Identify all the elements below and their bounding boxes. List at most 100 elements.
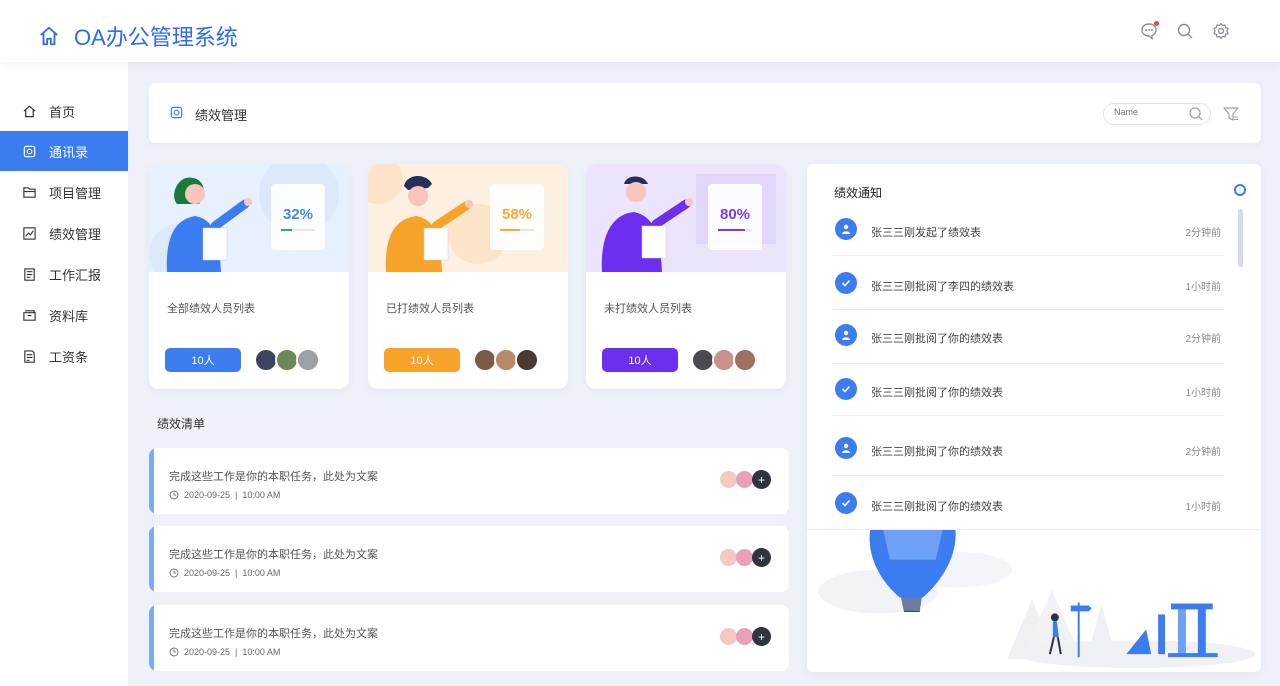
task-item[interactable]: 完成这些工作是你的本职任务，此处为文案 2020-09-25 | 10:00 AM … <box>149 605 789 671</box>
avatar-group[interactable] <box>254 348 320 372</box>
task-assignees[interactable]: + <box>720 548 771 567</box>
avatar <box>296 348 320 372</box>
add-assignee-button[interactable]: + <box>752 548 771 567</box>
task-date: 2020-09-25 | 10:00 AM <box>169 490 280 500</box>
home-icon <box>40 26 58 46</box>
sidebar-item-reports[interactable]: 工作汇报 <box>0 254 128 294</box>
notice-time: 2分钟前 <box>1185 447 1221 458</box>
search-box[interactable] <box>1103 103 1211 125</box>
avatar <box>515 348 539 372</box>
notice-text: 张三三刚批阅了李四的绩效表 <box>871 281 1014 293</box>
notice-panel: 绩效通知 张三三刚发起了绩效表 2分钟前 张三三刚批阅了李四的绩效表 1小时前 … <box>807 164 1261 672</box>
app-logo[interactable]: OA办公管理系统 <box>38 20 238 52</box>
sidebar-item-label: 资料库 <box>49 308 89 324</box>
notice-text: 张三三刚批阅了你的绩效表 <box>871 446 1003 458</box>
task-assignees[interactable]: + <box>720 470 771 489</box>
task-date-value: 2020-09-25 <box>184 568 231 578</box>
sidebar-item-payslip[interactable]: 工资条 <box>0 336 128 376</box>
filter-icon[interactable] <box>1222 105 1240 123</box>
count-button[interactable]: 10人 <box>384 348 460 372</box>
main-content: 绩效管理 32% 全部绩效人员列表 10人 <box>128 62 1280 686</box>
search-icon[interactable] <box>1188 106 1204 122</box>
add-assignee-button[interactable]: + <box>752 627 771 646</box>
search-input[interactable] <box>1114 107 1184 117</box>
percent-value: 80% <box>719 206 751 223</box>
settings-icon[interactable] <box>1212 22 1230 40</box>
page-title: 绩效管理 <box>195 108 248 123</box>
archive-icon <box>23 309 36 321</box>
notice-item[interactable]: 张三三刚批阅了你的绩效表 2分钟前 <box>832 416 1224 476</box>
card-title: 已打绩效人员列表 <box>386 303 474 315</box>
progress-fill <box>718 229 746 231</box>
card-title: 未打绩效人员列表 <box>604 303 692 315</box>
stat-card-unrated[interactable]: 80% 未打绩效人员列表 10人 <box>586 164 786 389</box>
message-icon[interactable] <box>1140 21 1159 40</box>
avatar-group[interactable] <box>691 348 757 372</box>
task-date-value: 2020-09-25 <box>184 647 231 657</box>
user-icon <box>835 218 857 240</box>
task-time-value: 10:00 AM <box>242 568 281 578</box>
separator: | <box>235 647 238 657</box>
sidebar-item-projects[interactable]: 项目管理 <box>0 172 128 212</box>
sidebar-item-archive[interactable]: 资料库 <box>0 295 128 335</box>
sidebar-item-contacts[interactable]: 通讯录 <box>0 131 128 171</box>
project-icon <box>23 186 36 198</box>
hot-air-balloon-illustration <box>807 529 1261 672</box>
percent-box: 80% <box>708 184 762 250</box>
sidebar-item-label: 通讯录 <box>49 144 89 160</box>
top-header: OA办公管理系统 <box>0 0 1280 62</box>
sidebar-item-home[interactable]: 首页 <box>0 91 128 131</box>
notice-item[interactable]: 张三三刚批阅了你的绩效表 1小时前 <box>832 362 1224 416</box>
count-button[interactable]: 10人 <box>165 348 241 372</box>
avatar-group[interactable] <box>473 348 539 372</box>
task-time-value: 10:00 AM <box>242 490 281 500</box>
notice-time: 1小时前 <box>1185 388 1221 399</box>
search-icon[interactable] <box>1176 22 1194 40</box>
notice-item[interactable]: 张三三刚批阅了你的绩效表 1小时前 <box>832 476 1224 530</box>
percent-box: 58% <box>490 184 544 250</box>
sidebar-item-label: 绩效管理 <box>49 226 102 242</box>
status-ring-icon <box>1234 184 1246 196</box>
sidebar-item-label: 工资条 <box>49 349 89 365</box>
clock-icon <box>169 647 179 657</box>
notice-item[interactable]: 张三三刚发起了绩效表 2分钟前 <box>832 202 1224 256</box>
clock-icon <box>169 568 179 578</box>
check-icon <box>835 272 857 294</box>
task-date: 2020-09-25 | 10:00 AM <box>169 568 280 578</box>
notice-time: 1小时前 <box>1185 502 1221 513</box>
avatar <box>733 348 757 372</box>
separator: | <box>235 568 238 578</box>
notice-time: 1小时前 <box>1185 282 1221 293</box>
notice-item[interactable]: 张三三刚批阅了你的绩效表 2分钟前 <box>832 310 1224 364</box>
avatar <box>720 628 737 645</box>
task-assignees[interactable]: + <box>720 627 771 646</box>
add-assignee-button[interactable]: + <box>752 470 771 489</box>
notice-text: 张三三刚批阅了你的绩效表 <box>871 333 1003 345</box>
progress-fill <box>281 229 292 231</box>
sidebar-item-label: 项目管理 <box>49 185 102 201</box>
percent-value: 32% <box>282 206 314 223</box>
task-time-value: 10:00 AM <box>242 647 281 657</box>
task-item[interactable]: 完成这些工作是你的本职任务，此处为文案 2020-09-25 | 10:00 AM … <box>149 526 789 592</box>
task-item[interactable]: 完成这些工作是你的本职任务，此处为文案 2020-09-25 | 10:00 AM … <box>149 448 789 514</box>
sidebar-item-performance[interactable]: 绩效管理 <box>0 213 128 253</box>
task-accent-bar <box>149 605 154 671</box>
scrollbar[interactable] <box>1238 209 1243 267</box>
task-date-value: 2020-09-25 <box>184 490 231 500</box>
progress-bar <box>718 229 752 231</box>
task-accent-bar <box>149 448 154 514</box>
count-button[interactable]: 10人 <box>602 348 678 372</box>
home-icon <box>23 105 36 117</box>
notification-dot <box>1154 21 1159 26</box>
notice-item[interactable]: 张三三刚批阅了李四的绩效表 1小时前 <box>832 256 1224 310</box>
notice-text: 张三三刚批阅了你的绩效表 <box>871 387 1003 399</box>
notice-title: 绩效通知 <box>834 186 883 200</box>
user-icon <box>835 324 857 346</box>
stat-card-rated[interactable]: 58% 已打绩效人员列表 10人 <box>368 164 568 389</box>
task-text: 完成这些工作是你的本职任务，此处为文案 <box>169 549 378 561</box>
avatar <box>720 471 737 488</box>
percent-box: 32% <box>271 184 325 250</box>
progress-bar <box>500 229 534 231</box>
stat-card-all[interactable]: 32% 全部绩效人员列表 10人 <box>149 164 349 389</box>
sidebar-item-label: 工作汇报 <box>49 267 102 283</box>
